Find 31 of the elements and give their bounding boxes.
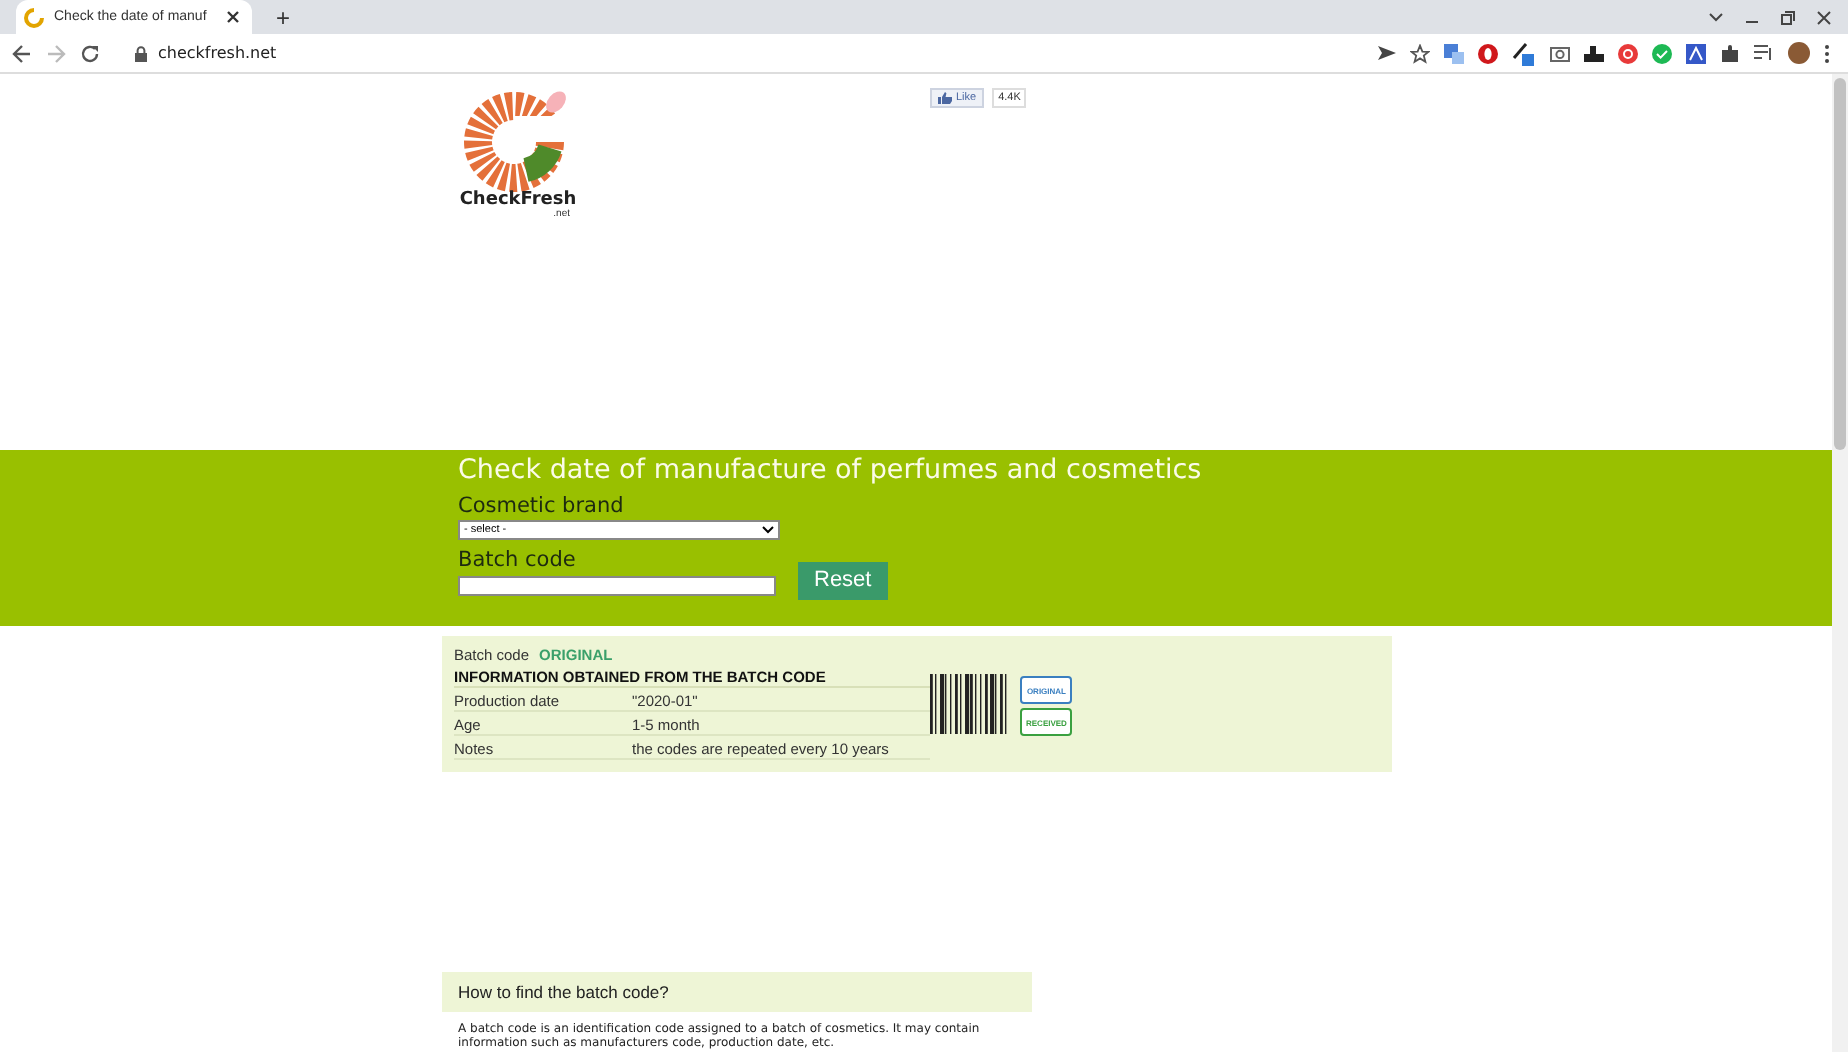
address-field[interactable]: checkfresh.net xyxy=(158,44,277,62)
scrollbar-thumb[interactable] xyxy=(1834,78,1846,450)
extension-icon[interactable] xyxy=(1584,44,1604,62)
star-icon[interactable] xyxy=(1410,43,1430,63)
translate-icon[interactable] xyxy=(1444,43,1464,63)
batch-code-field[interactable] xyxy=(458,576,776,597)
chevron-down-icon[interactable] xyxy=(1708,11,1724,23)
avatar-icon[interactable] xyxy=(1788,42,1810,64)
camera-icon[interactable] xyxy=(1550,44,1570,62)
pen-icon[interactable] xyxy=(1512,41,1536,65)
faq-heading: How to find the batch code? xyxy=(442,972,1032,1013)
loading-icon xyxy=(24,7,44,27)
caret-icon xyxy=(762,526,774,535)
close-icon[interactable] xyxy=(1816,9,1832,25)
new-tab-button[interactable]: + xyxy=(272,5,295,29)
reload-icon[interactable] xyxy=(80,43,100,63)
brand-label: Cosmetic brand xyxy=(458,496,624,521)
reading-list-icon[interactable] xyxy=(1754,44,1774,62)
back-arrow-icon[interactable] xyxy=(12,43,32,63)
close-icon[interactable] xyxy=(226,10,240,24)
batch-code-label: Batch code xyxy=(458,550,576,574)
thumbs-up-icon xyxy=(938,92,952,104)
lock-icon[interactable] xyxy=(134,45,148,61)
puzzle-icon[interactable] xyxy=(1720,43,1740,63)
send-icon[interactable] xyxy=(1378,44,1396,62)
extension-icon[interactable] xyxy=(1686,43,1706,63)
barcode-icon xyxy=(930,674,1010,735)
menu-icon[interactable] xyxy=(1824,43,1830,63)
restore-icon[interactable] xyxy=(1780,9,1796,25)
logo-text: CheckFresh xyxy=(459,190,577,210)
page-title: Check date of manufacture of perfumes and cosmetics xyxy=(458,454,1202,487)
